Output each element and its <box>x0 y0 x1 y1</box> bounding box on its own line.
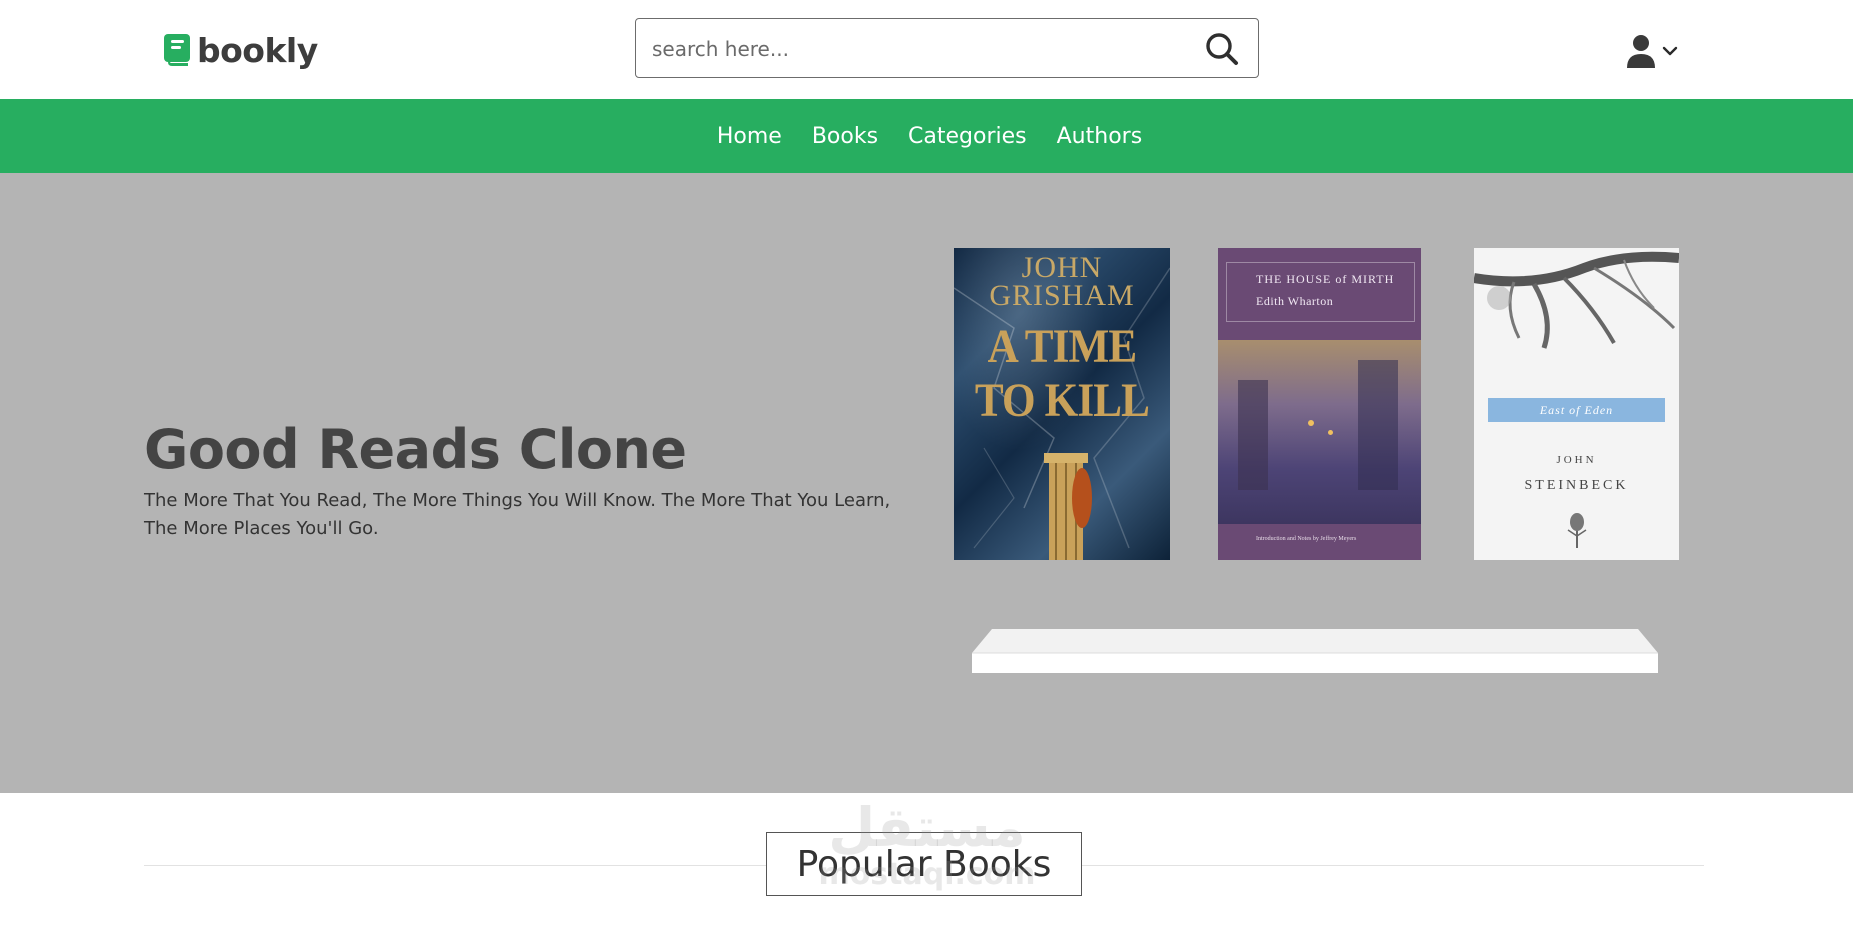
book-title-line-2: TO KILL <box>974 374 1150 427</box>
book-author-last: STEINBECK <box>1524 478 1629 493</box>
main-nav: Home Books Categories Authors <box>0 99 1853 173</box>
thistle-icon <box>1567 513 1587 548</box>
search-input[interactable] <box>650 19 1174 79</box>
search-bar <box>635 18 1259 79</box>
book-author-first: JOHN <box>1556 454 1597 466</box>
book-author-first: JOHN <box>1021 251 1103 284</box>
nav-item-categories[interactable]: Categories <box>908 124 1027 149</box>
book-cover-east-of-eden[interactable]: East of Eden JOHN STEINBECK <box>1474 248 1679 560</box>
hero-subtitle: The More That You Read, The More Things … <box>144 490 891 539</box>
book-cover-house-of-mirth[interactable]: THE HOUSE of MIRTH Edith Wharton Introdu… <box>1218 248 1421 560</box>
chevron-down-icon <box>1662 46 1678 56</box>
title-band: East of Eden <box>1488 398 1665 422</box>
book-icon <box>164 34 190 66</box>
book-title: East of Eden <box>1539 402 1614 417</box>
book-title-line-1: A TIME <box>987 320 1138 373</box>
site-header: bookly <box>0 0 1853 99</box>
user-menu[interactable] <box>1626 34 1678 68</box>
book-footer: Introduction and Notes by Jeffrey Meyers <box>1256 536 1357 542</box>
nav-item-home[interactable]: Home <box>717 124 782 149</box>
hero-section: Good Reads Clone The More That You Read,… <box>0 173 1853 793</box>
tree-illustration <box>1474 251 1679 349</box>
bookshelf <box>972 629 1658 673</box>
logo[interactable]: bookly <box>163 30 318 70</box>
popular-books-heading: Popular Books <box>766 832 1082 896</box>
search-icon[interactable] <box>1204 31 1240 67</box>
book-author-last: GRISHAM <box>989 279 1135 312</box>
book-title: THE HOUSE of MIRTH <box>1256 272 1395 286</box>
nav-item-authors[interactable]: Authors <box>1057 124 1143 149</box>
user-icon <box>1627 35 1655 68</box>
cover-painting <box>1218 340 1421 524</box>
nav-links: Home Books Categories Authors <box>717 124 1142 149</box>
title-frame <box>1226 262 1415 322</box>
logo-text: bookly <box>197 30 318 70</box>
hero-title: Good Reads Clone <box>144 418 687 481</box>
book-cover-a-time-to-kill[interactable]: JOHN GRISHAM A TIME TO KILL <box>954 248 1170 560</box>
book-author: Edith Wharton <box>1256 294 1334 308</box>
nav-item-books[interactable]: Books <box>812 124 878 149</box>
